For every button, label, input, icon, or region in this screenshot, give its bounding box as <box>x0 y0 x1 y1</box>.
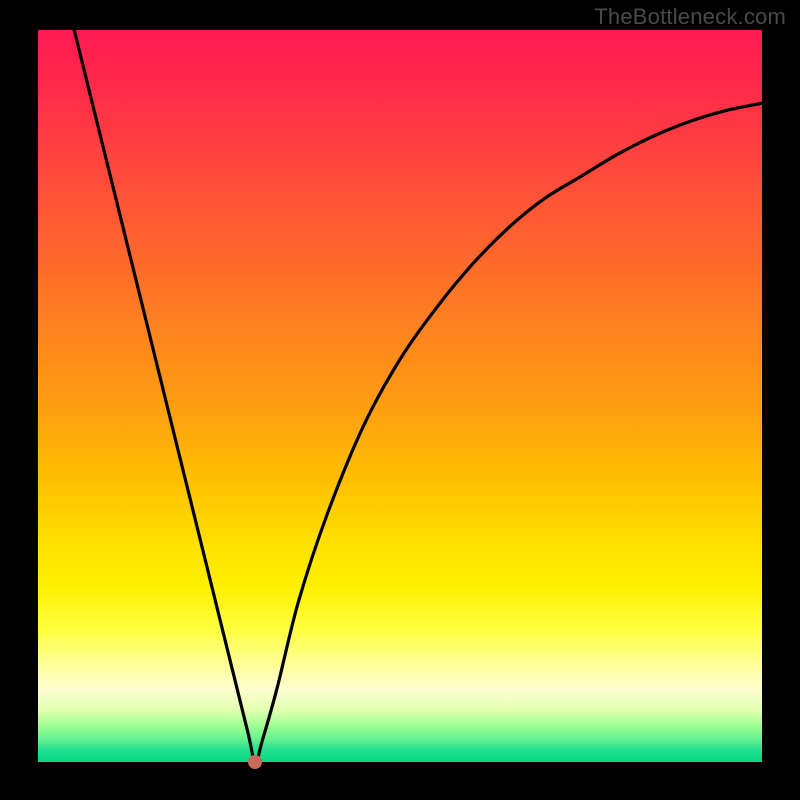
chart-frame: TheBottleneck.com <box>0 0 800 800</box>
watermark-text: TheBottleneck.com <box>594 4 786 30</box>
optimal-point-marker <box>248 755 262 769</box>
bottleneck-curve-path <box>74 30 762 762</box>
bottleneck-curve-svg <box>38 30 762 762</box>
